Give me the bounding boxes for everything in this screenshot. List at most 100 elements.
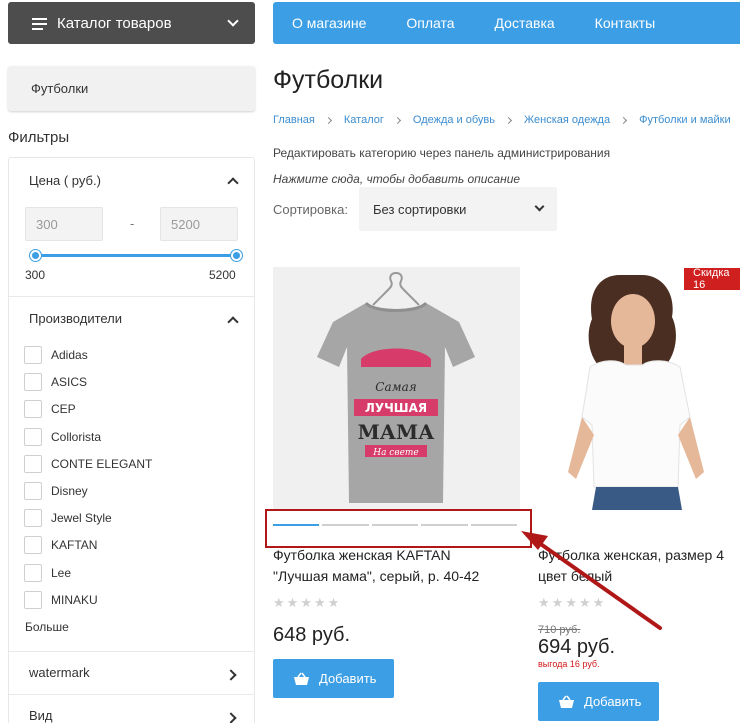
- manufacturer-label: CEP: [51, 402, 76, 417]
- manufacturer-label: Jewel Style: [51, 511, 112, 526]
- star-icon[interactable]: ★: [565, 595, 577, 611]
- star-icon[interactable]: ★: [328, 595, 340, 611]
- breadcrumb: Главная Каталог Одежда и обувь Женская о…: [273, 114, 731, 126]
- product-name-line: цвет белый: [538, 568, 613, 584]
- rating-stars[interactable]: ★ ★ ★ ★ ★: [538, 595, 606, 611]
- sidebar-category-tshirts[interactable]: Футболки: [8, 66, 255, 111]
- manufacturer-option[interactable]: Lee: [24, 563, 71, 582]
- manufacturer-option[interactable]: Adidas: [24, 346, 88, 364]
- product-name-line: Футболка женская KAFTAN: [273, 547, 451, 563]
- product-price: 648 руб.: [273, 624, 351, 646]
- add-button-label: Добавить: [584, 694, 642, 709]
- chevron-up-icon[interactable]: [227, 316, 239, 328]
- manufacturers-filter-heading[interactable]: Производители: [29, 311, 122, 326]
- price-max-input[interactable]: [160, 207, 238, 241]
- checkbox[interactable]: [24, 590, 42, 609]
- sidebar-category-label: Футболки: [31, 81, 89, 96]
- nav-link-about[interactable]: О магазине: [292, 15, 366, 31]
- star-icon[interactable]: ★: [287, 595, 299, 611]
- manufacturer-label: CONTE ELEGANT: [51, 456, 153, 471]
- edit-category-link[interactable]: Редактировать категорию через панель адм…: [273, 146, 610, 160]
- star-icon[interactable]: ★: [314, 595, 326, 611]
- manufacturer-option[interactable]: MINAKU: [24, 590, 98, 609]
- product-name-line: Футболка женская, размер 4: [538, 547, 724, 563]
- checkbox[interactable]: [24, 373, 42, 392]
- product-old-price: 710 руб.: [538, 624, 581, 636]
- chevron-down-icon: [534, 201, 545, 212]
- star-icon[interactable]: ★: [552, 595, 564, 611]
- star-icon[interactable]: ★: [273, 595, 285, 611]
- add-to-cart-button[interactable]: Добавить: [273, 659, 394, 698]
- manufacturer-option[interactable]: Disney: [24, 482, 88, 500]
- price-min-input[interactable]: [25, 207, 103, 241]
- manufacturer-label: MINAKU: [51, 592, 98, 607]
- manufacturer-option[interactable]: CONTE ELEGANT: [24, 454, 153, 473]
- checkbox[interactable]: [24, 346, 42, 364]
- star-icon[interactable]: ★: [538, 595, 550, 611]
- filter-panel: Цена ( руб.) - 300 5200 Производители Ad…: [8, 157, 255, 723]
- checkbox[interactable]: [24, 454, 42, 473]
- nav-link-delivery[interactable]: Доставка: [495, 15, 555, 31]
- star-icon[interactable]: ★: [593, 595, 605, 611]
- breadcrumb-clothing[interactable]: Одежда и обувь: [413, 114, 495, 126]
- divider: [9, 651, 254, 652]
- svg-text:МАМА: МАМА: [358, 420, 436, 444]
- breadcrumb-tshirts[interactable]: Футболки и майки: [639, 114, 731, 126]
- checkbox[interactable]: [24, 400, 42, 419]
- discount-badge: Скидка 16: [684, 267, 740, 291]
- breadcrumb-womens[interactable]: Женская одежда: [524, 114, 610, 126]
- product-name-2[interactable]: Футболка женская, размер 4 цвет белый: [538, 545, 740, 587]
- chevron-right-icon: [393, 116, 401, 124]
- product-name-line: "Лучшая мама", серый, р. 40-42: [273, 568, 480, 584]
- price-slider-track[interactable]: [36, 254, 237, 257]
- divider: [9, 296, 254, 297]
- catalog-button-label: Каталог товаров: [57, 14, 172, 32]
- show-more-link[interactable]: Больше: [25, 620, 69, 634]
- product-image-grey-tshirt[interactable]: Самая ЛУЧШАЯ МАМА На свете: [273, 267, 520, 510]
- checkbox[interactable]: [24, 427, 42, 446]
- basket-icon: [559, 695, 574, 708]
- breadcrumb-home[interactable]: Главная: [273, 114, 315, 126]
- price-separator: -: [130, 216, 135, 231]
- watermark-filter-heading[interactable]: watermark: [29, 665, 90, 680]
- checkbox[interactable]: [24, 482, 42, 500]
- manufacturer-label: Collorista: [51, 429, 102, 444]
- checkbox[interactable]: [24, 536, 42, 555]
- checkbox[interactable]: [24, 509, 42, 528]
- product-price: 694 руб.: [538, 636, 616, 658]
- product-saving: выгода 16 руб.: [538, 659, 600, 669]
- manufacturer-option[interactable]: KAFTAN: [24, 536, 98, 555]
- catalog-menu-button[interactable]: Каталог товаров: [8, 2, 255, 44]
- price-slider-max-handle[interactable]: [231, 250, 242, 261]
- sort-select[interactable]: Без сортировки: [359, 187, 557, 231]
- svg-text:ЛУЧШАЯ: ЛУЧШАЯ: [365, 401, 427, 415]
- manufacturer-option[interactable]: Jewel Style: [24, 509, 112, 528]
- vid-filter-heading[interactable]: Вид: [29, 708, 53, 723]
- manufacturer-label: Disney: [51, 484, 88, 498]
- chevron-right-icon[interactable]: [225, 669, 237, 681]
- manufacturer-label: KAFTAN: [51, 538, 98, 553]
- nav-link-payment[interactable]: Оплата: [406, 15, 454, 31]
- manufacturer-option[interactable]: Collorista: [24, 427, 102, 446]
- manufacturer-option[interactable]: ASICS: [24, 373, 87, 392]
- filters-title: Фильтры: [8, 129, 70, 146]
- product-image-white-tshirt[interactable]: [538, 267, 740, 510]
- chevron-right-icon: [504, 116, 513, 124]
- menu-icon: [32, 17, 47, 30]
- star-icon[interactable]: ★: [579, 595, 591, 611]
- chevron-right-icon[interactable]: [225, 712, 237, 723]
- price-filter-heading[interactable]: Цена ( руб.): [29, 173, 101, 188]
- chevron-up-icon[interactable]: [227, 177, 239, 189]
- add-description-link[interactable]: Нажмите сюда, чтобы добавить описание: [273, 172, 520, 186]
- product-name-1[interactable]: Футболка женская KAFTAN "Лучшая мама", с…: [273, 545, 523, 587]
- breadcrumb-catalog[interactable]: Каталог: [344, 114, 384, 126]
- price-slider-min-handle[interactable]: [30, 250, 41, 261]
- star-icon[interactable]: ★: [300, 595, 312, 611]
- chevron-right-icon: [620, 116, 628, 124]
- nav-link-contacts[interactable]: Контакты: [595, 15, 655, 31]
- manufacturer-option[interactable]: CEP: [24, 400, 76, 419]
- rating-stars[interactable]: ★ ★ ★ ★ ★: [273, 595, 341, 611]
- manufacturer-label: Adidas: [51, 348, 88, 362]
- checkbox[interactable]: [24, 563, 42, 582]
- add-to-cart-button[interactable]: Добавить: [538, 682, 659, 721]
